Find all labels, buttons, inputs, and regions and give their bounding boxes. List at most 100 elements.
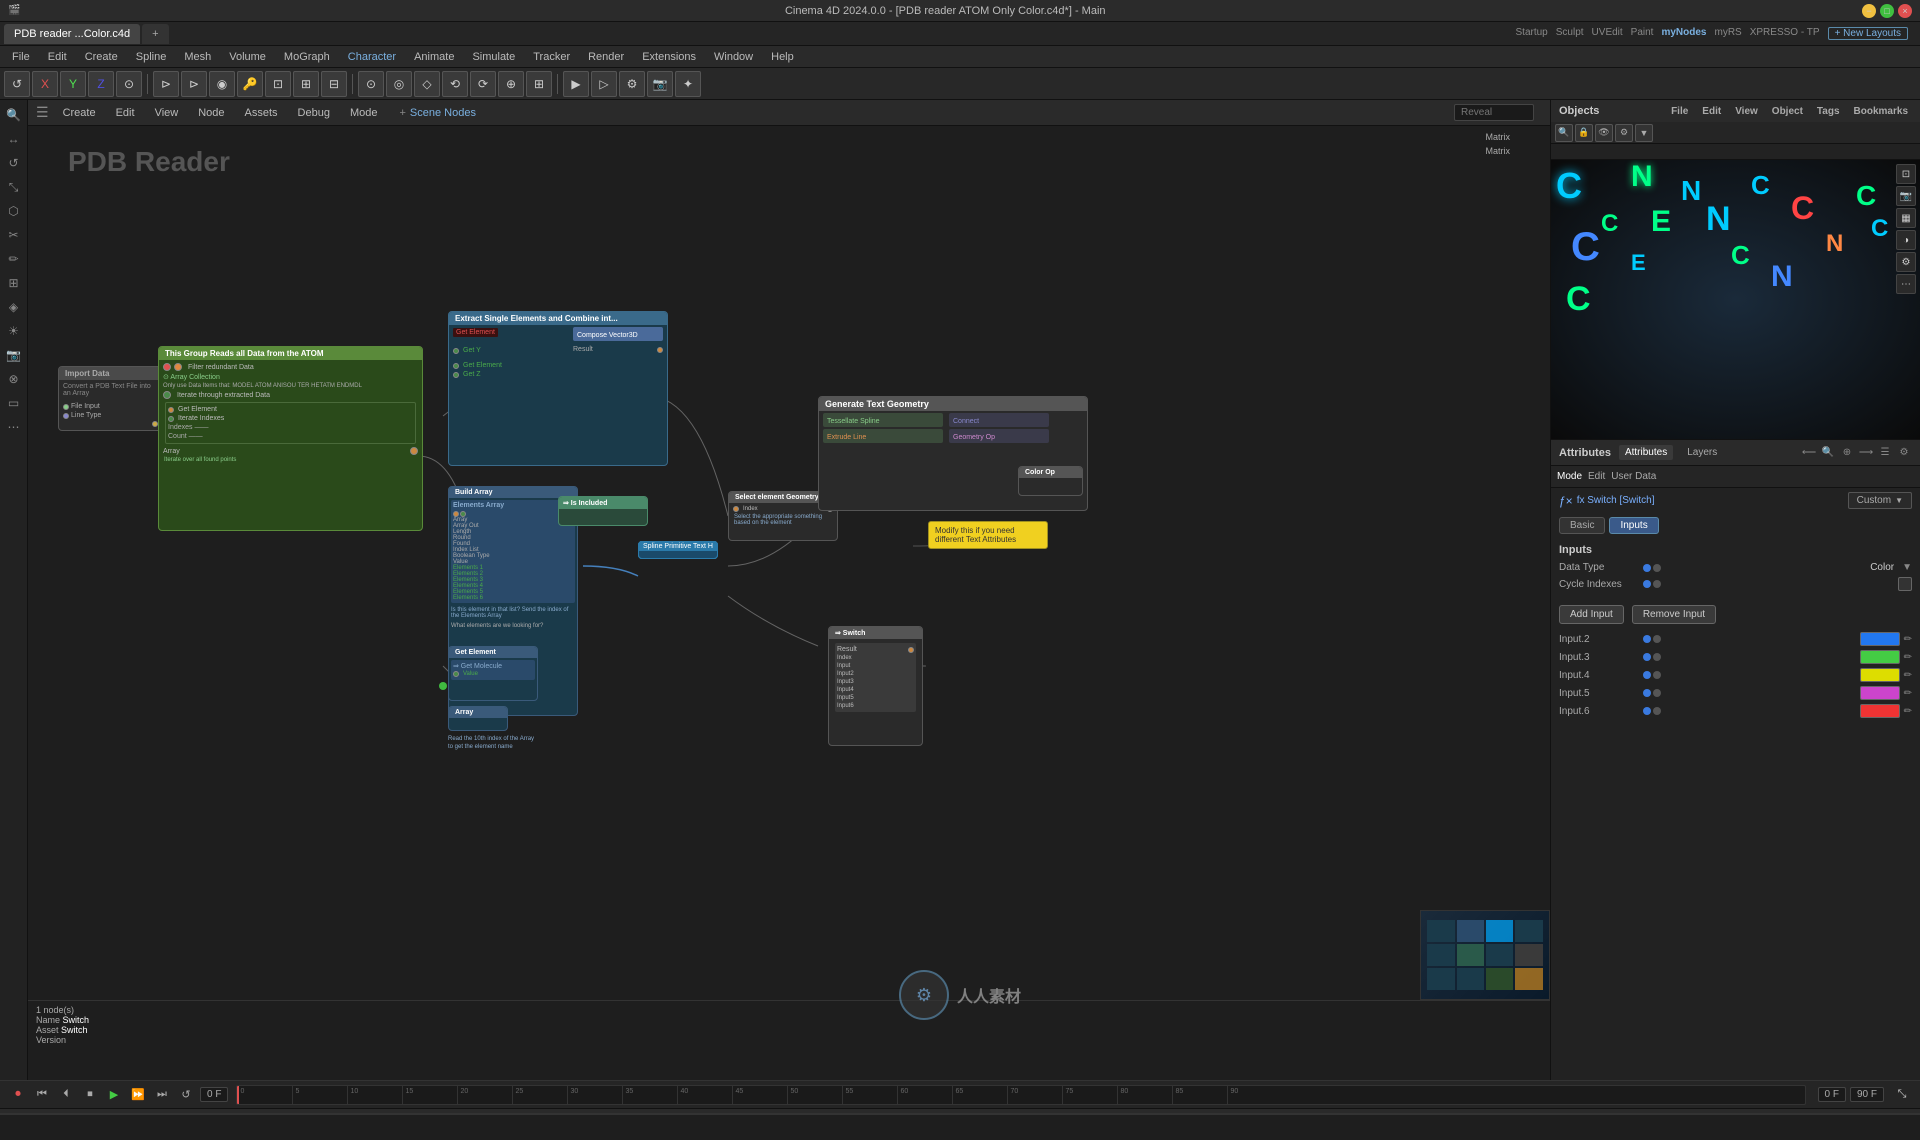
toolbar-anim2[interactable]: ⊳: [181, 71, 207, 97]
attr-layout-icon2[interactable]: 🔍: [1820, 445, 1836, 461]
toolbar-z[interactable]: Z: [88, 71, 114, 97]
left-null[interactable]: ⊗: [3, 368, 25, 390]
obj-tab-tags[interactable]: Tags: [1813, 106, 1844, 117]
toolbar-obj[interactable]: ⊙: [116, 71, 142, 97]
tl-next-key[interactable]: ⏭: [152, 1085, 172, 1105]
toolbar-undo[interactable]: ↺: [4, 71, 30, 97]
menu-character[interactable]: Character: [340, 49, 404, 65]
menu-help[interactable]: Help: [763, 49, 802, 65]
input6-color[interactable]: [1860, 704, 1900, 718]
attr-dropdown-container[interactable]: Custom ▼: [1848, 492, 1912, 509]
viewport[interactable]: C N N C C N E C C N C E C N C C ⊡ 📷: [1551, 160, 1920, 440]
left-light[interactable]: ☀: [3, 320, 25, 342]
datatype-arrow[interactable]: ▼: [1902, 562, 1912, 573]
timeline-bar[interactable]: 0 5 10 15 20 25 30 35 40 45 50 55 60 65 …: [236, 1085, 1805, 1105]
obj-search[interactable]: 🔍: [1555, 124, 1573, 142]
attr-mode-userdata[interactable]: User Data: [1611, 471, 1656, 482]
menu-create[interactable]: Create: [77, 49, 126, 65]
input4-edit[interactable]: ✏: [1904, 670, 1912, 681]
switch-inner[interactable]: Result Index Input Input2 Input3 Input4 …: [835, 643, 916, 712]
node-menu-debug[interactable]: Debug: [292, 105, 336, 121]
vp-icon-cam[interactable]: 📷: [1896, 186, 1916, 206]
tl-play[interactable]: ▶: [104, 1085, 124, 1105]
toolbar-render2[interactable]: ▷: [591, 71, 617, 97]
toolbar-split[interactable]: ⊞: [526, 71, 552, 97]
layout-xpresso[interactable]: XPRESSO - TP: [1750, 27, 1820, 40]
get-molecule-inner[interactable]: ⇒ Get Molecule Value: [451, 660, 535, 680]
layout-new[interactable]: + New Layouts: [1828, 27, 1908, 40]
toolbar-anim3[interactable]: ⟲: [442, 71, 468, 97]
node-color-op[interactable]: Color Op: [1018, 466, 1083, 496]
menu-volume[interactable]: Volume: [221, 49, 274, 65]
obj-settings[interactable]: ⚙: [1615, 124, 1633, 142]
layout-uvedit[interactable]: UVEdit: [1592, 27, 1623, 40]
playhead[interactable]: [237, 1086, 239, 1104]
attr-tab-layers[interactable]: Layers: [1681, 445, 1723, 460]
tl-record[interactable]: ⏺: [8, 1085, 28, 1105]
toolbar-ring[interactable]: ◎: [386, 71, 412, 97]
toolbar-circle[interactable]: ⊙: [358, 71, 384, 97]
toolbar-star[interactable]: ✦: [675, 71, 701, 97]
toolbar-render[interactable]: ▶: [563, 71, 589, 97]
input5-edit[interactable]: ✏: [1904, 688, 1912, 699]
sidebar-toggle[interactable]: ☰: [36, 104, 49, 121]
obj-tab-view[interactable]: View: [1731, 106, 1762, 117]
reveal-field[interactable]: [1454, 104, 1534, 121]
node-extract[interactable]: Extract Single Elements and Combine int.…: [448, 311, 668, 466]
node-array1[interactable]: Array: [448, 706, 508, 731]
vp-icon-disp[interactable]: ▦: [1896, 208, 1916, 228]
menu-window[interactable]: Window: [706, 49, 761, 65]
left-select[interactable]: ⬡: [3, 200, 25, 222]
minimize-btn[interactable]: −: [1862, 4, 1876, 18]
node-menu-node[interactable]: Node: [192, 105, 230, 121]
obj-filter[interactable]: ▼: [1635, 124, 1653, 142]
left-cam[interactable]: 📷: [3, 344, 25, 366]
scene-nodes-label[interactable]: Scene Nodes: [410, 107, 476, 119]
menu-mesh[interactable]: Mesh: [176, 49, 219, 65]
left-move[interactable]: ↔: [3, 128, 25, 150]
left-more[interactable]: ⋯: [3, 416, 25, 438]
toolbar-key[interactable]: 🔑: [237, 71, 263, 97]
vp-icon-more[interactable]: ⋯: [1896, 274, 1916, 294]
toolbar-frame[interactable]: ⊟: [321, 71, 347, 97]
attr-layout-icon6[interactable]: ⚙: [1896, 445, 1912, 461]
preview-thumbnail[interactable]: [1420, 910, 1550, 1000]
reveal-input[interactable]: [1454, 104, 1534, 121]
toolbar-x[interactable]: X: [32, 71, 58, 97]
layout-paint[interactable]: Paint: [1631, 27, 1654, 40]
toolbar-grid[interactable]: ⊞: [293, 71, 319, 97]
attr-layout-icon1[interactable]: ⟵: [1801, 445, 1817, 461]
input3-color[interactable]: [1860, 650, 1900, 664]
node-switch-right[interactable]: ⇒ Switch Result Index Input Input2 Input…: [828, 626, 923, 746]
input6-edit[interactable]: ✏: [1904, 706, 1912, 717]
layout-sculpt[interactable]: Sculpt: [1556, 27, 1584, 40]
menu-file[interactable]: File: [4, 49, 38, 65]
close-btn[interactable]: ×: [1898, 4, 1912, 18]
toolbar-lock[interactable]: ⊡: [265, 71, 291, 97]
attr-layout-icon4[interactable]: ⟶: [1858, 445, 1874, 461]
node-menu-create[interactable]: Create: [57, 105, 102, 121]
obj-tab-bookmarks[interactable]: Bookmarks: [1850, 106, 1912, 117]
attr-custom-dropdown[interactable]: Custom ▼: [1848, 492, 1912, 509]
node-import-data[interactable]: Import Data Convert a PDB Text File into…: [58, 366, 163, 431]
left-search[interactable]: 🔍: [3, 104, 25, 126]
toolbar-diamond[interactable]: ◇: [414, 71, 440, 97]
layout-mynodes[interactable]: myNodes: [1661, 27, 1706, 40]
input4-color[interactable]: [1860, 668, 1900, 682]
tl-loop[interactable]: ↺: [176, 1085, 196, 1105]
node-note[interactable]: Modify this if you need different Text A…: [928, 521, 1048, 549]
vp-icon-shade[interactable]: ◑: [1896, 230, 1916, 250]
tl-expand[interactable]: ⤡: [1892, 1085, 1912, 1105]
menu-edit[interactable]: Edit: [40, 49, 75, 65]
attr-layout-icon5[interactable]: ☰: [1877, 445, 1893, 461]
layout-myrs[interactable]: myRS: [1714, 27, 1741, 40]
input3-edit[interactable]: ✏: [1904, 652, 1912, 663]
remove-input-btn[interactable]: Remove Input: [1632, 605, 1716, 624]
geometry-op-header[interactable]: Geometry Op: [949, 429, 1049, 443]
menu-extensions[interactable]: Extensions: [634, 49, 704, 65]
left-floor[interactable]: ▭: [3, 392, 25, 414]
input2-color[interactable]: [1860, 632, 1900, 646]
node-menu-view[interactable]: View: [149, 105, 185, 121]
vp-icon-persp[interactable]: ⊡: [1896, 164, 1916, 184]
node-is-included[interactable]: ⇒ Is Included: [558, 496, 648, 526]
